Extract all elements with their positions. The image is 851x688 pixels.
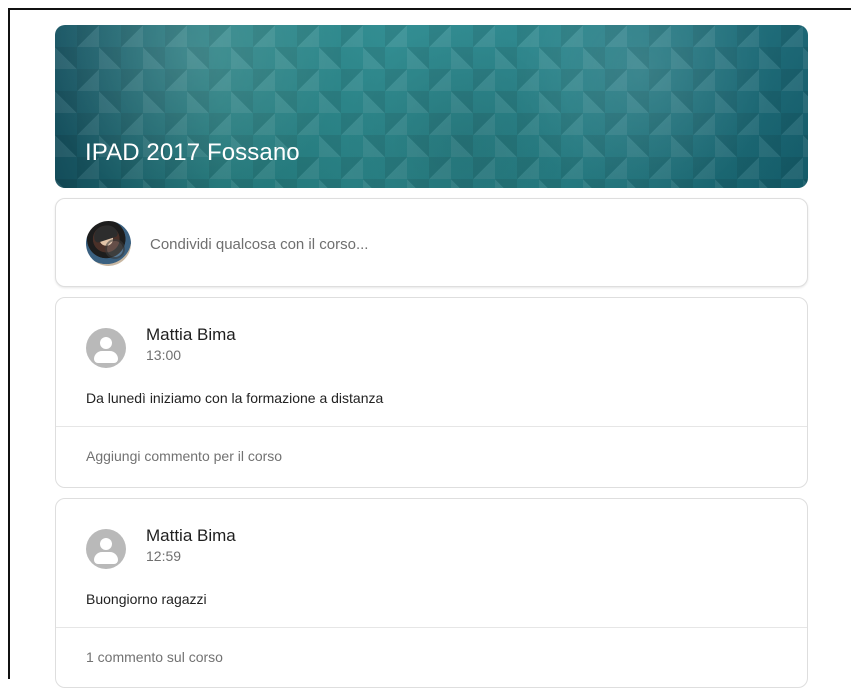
- profile-avatar-icon: [86, 328, 126, 368]
- comment-placeholder[interactable]: Aggiungi commento per il corso: [86, 448, 282, 464]
- comment-count-link[interactable]: 1 commento sul corso: [86, 649, 223, 665]
- post-message: Da lunedì iniziamo con la formazione a d…: [86, 390, 384, 406]
- avatar-head-icon: [100, 538, 112, 550]
- post-header: Mattia Bima 12:59 Buongiorno ragazzi: [56, 499, 807, 627]
- share-post-card[interactable]: Condividi qualcosa con il corso...: [55, 198, 808, 287]
- avatar-body-icon: [94, 552, 118, 564]
- stream-post: Mattia Bima 13:00 Da lunedì iniziamo con…: [55, 297, 808, 488]
- avatar-body-icon: [94, 351, 118, 363]
- profile-avatar-icon: [86, 529, 126, 569]
- post-time: 13:00: [146, 347, 182, 363]
- course-banner: IPAD 2017 Fossano: [55, 25, 808, 188]
- post-time: 12:59: [146, 548, 182, 564]
- post-message: Buongiorno ragazzi: [86, 591, 207, 607]
- course-title: IPAD 2017 Fossano: [85, 139, 300, 166]
- share-placeholder[interactable]: Condividi qualcosa con il corso...: [150, 236, 368, 253]
- post-header: Mattia Bima 13:00 Da lunedì iniziamo con…: [56, 298, 807, 426]
- classroom-stream: IPAD 2017 Fossano Condividi qualcosa con…: [55, 25, 808, 688]
- post-author: Mattia Bima: [146, 325, 236, 344]
- post-author: Mattia Bima: [146, 526, 236, 545]
- comment-link-row[interactable]: 1 commento sul corso: [56, 628, 807, 687]
- comment-input-row[interactable]: Aggiungi commento per il corso: [56, 427, 807, 487]
- stream-post: Mattia Bima 12:59 Buongiorno ragazzi 1 c…: [55, 498, 808, 688]
- user-avatar: [86, 221, 131, 266]
- avatar-head-icon: [100, 337, 112, 349]
